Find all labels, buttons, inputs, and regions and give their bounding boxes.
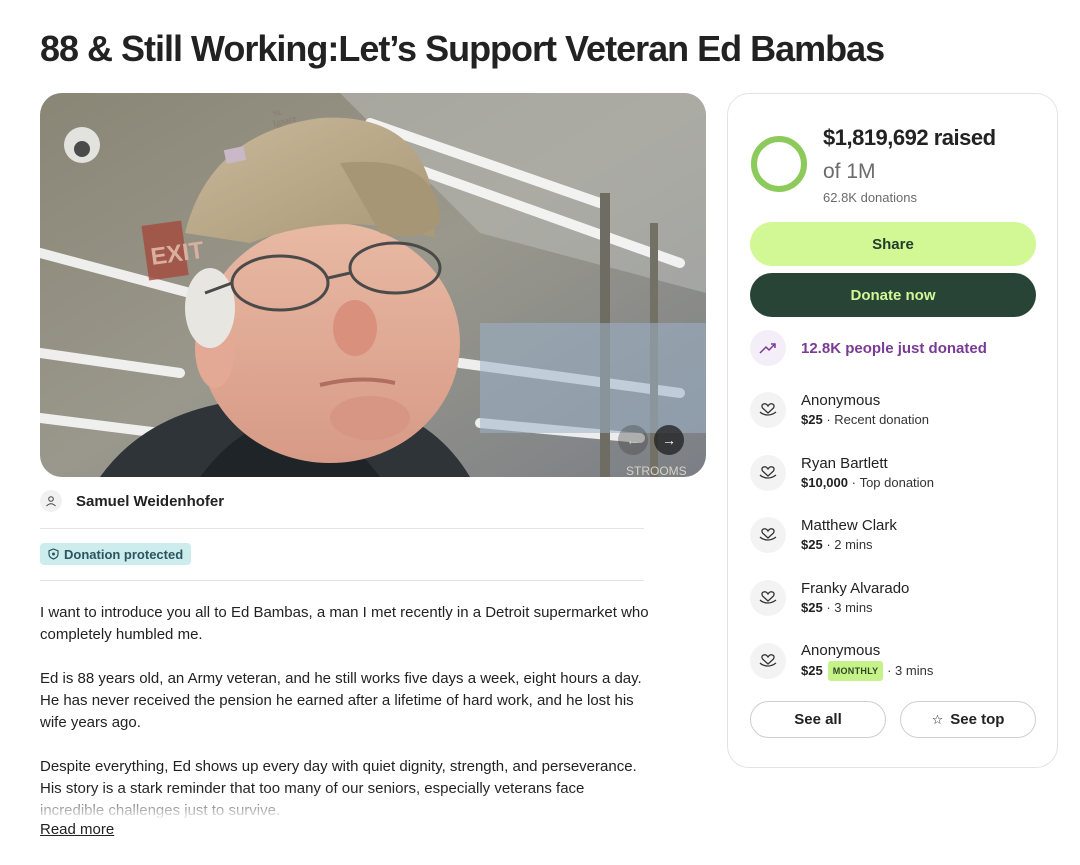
read-more-link[interactable]: Read more: [40, 821, 114, 838]
heart-hand-icon: [750, 643, 786, 679]
heart-hand-icon: [750, 455, 786, 491]
trend-text: 12.8K people just donated: [801, 339, 987, 357]
arrow-right-icon: →: [662, 432, 676, 448]
donor-name: Anonymous: [801, 392, 881, 409]
donor-amount: $25: [801, 663, 823, 678]
see-top-label: See top: [950, 711, 1005, 728]
goal-amount: of 1M: [823, 160, 876, 183]
monthly-badge: MONTHLY: [827, 661, 884, 681]
badge-label: Donation protected: [64, 546, 184, 562]
donor-note: Top donation: [859, 475, 935, 490]
donor-amount: $25: [801, 537, 823, 552]
shield-icon: [48, 548, 59, 560]
progress-ring: [751, 136, 807, 192]
gallery-prev-button[interactable]: ←: [618, 425, 648, 455]
donor-name: Anonymous: [801, 642, 881, 659]
story-paragraph: Ed is 88 years old, an Army veteran, and…: [40, 670, 642, 731]
donor-note: Recent donation: [834, 412, 929, 427]
story-paragraph: I want to introduce you all to Ed Bambas…: [40, 604, 649, 643]
donor-list-item: Franky Alvarado $25 · 3 mins: [750, 579, 909, 617]
arrow-left-icon: ←: [626, 432, 640, 448]
story-fade: [40, 790, 660, 818]
person-icon: [40, 490, 62, 512]
trending-up-icon: [750, 330, 786, 366]
donor-note: 3 mins: [834, 600, 873, 615]
see-top-button[interactable]: ☆ See top: [900, 701, 1036, 738]
donate-now-button[interactable]: Donate now: [750, 273, 1036, 317]
donor-amount: $25: [801, 600, 823, 615]
photo-illustration: EXIT STROOMS St. Ignace: [40, 93, 706, 477]
page-title: 88 & Still Working:Let’s Support Veteran…: [40, 28, 885, 69]
donation-protected-badge[interactable]: Donation protected: [40, 543, 192, 565]
share-button[interactable]: Share: [750, 222, 1036, 266]
donor-list-item: Anonymous $25 · Recent donation: [750, 391, 929, 429]
donation-summary-card: $1,819,692 raised of 1M 62.8K donations …: [727, 93, 1058, 768]
donor-list-item: Ryan Bartlett $10,000 · Top donation: [750, 454, 934, 492]
organizer-row[interactable]: Samuel Weidenhofer: [40, 490, 224, 512]
donation-count: 62.8K donations: [823, 190, 917, 205]
donor-name: Franky Alvarado: [801, 580, 910, 597]
donor-amount: $25: [801, 412, 823, 427]
heart-hand-icon: [750, 392, 786, 428]
heart-hand-icon: [750, 517, 786, 553]
store-sign: STROOMS: [626, 464, 687, 477]
divider: [40, 528, 644, 529]
divider: [40, 580, 644, 581]
campaign-photo[interactable]: EXIT STROOMS St. Ignace ← →: [40, 93, 706, 477]
see-all-button[interactable]: See all: [750, 701, 886, 738]
donor-note: 3 mins: [895, 663, 934, 678]
organizer-name: Samuel Weidenhofer: [76, 492, 225, 510]
donor-name: Ryan Bartlett: [801, 455, 888, 472]
heart-hand-icon: [750, 580, 786, 616]
amount-raised: $1,819,692 raised: [823, 125, 996, 150]
donor-note: 2 mins: [834, 537, 873, 552]
donor-list-item: Anonymous $25 MONTHLY · 3 mins: [750, 641, 933, 681]
gallery-next-button[interactable]: →: [654, 425, 684, 455]
donor-amount: $10,000: [801, 475, 848, 490]
donor-list-item: Matthew Clark $25 · 2 mins: [750, 516, 897, 554]
donor-name: Matthew Clark: [801, 517, 897, 534]
star-icon: ☆: [931, 711, 944, 727]
recent-donors-trend: 12.8K people just donated: [750, 330, 987, 366]
